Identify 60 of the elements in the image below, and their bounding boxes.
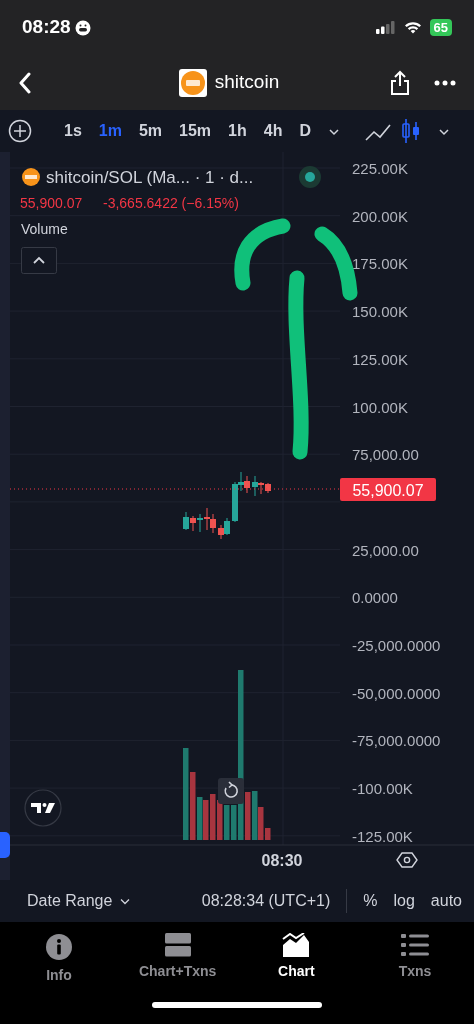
interval-tab[interactable]: 1m	[98, 117, 122, 145]
price-axis-label: 125.00K	[352, 350, 408, 368]
price-axis-label: 100.00K	[352, 398, 408, 416]
interval-tab[interactable]: 1h	[228, 117, 247, 145]
interval-tab[interactable]: 4h	[263, 117, 283, 145]
coin-logo	[178, 68, 207, 97]
scale-option[interactable]: auto	[430, 889, 462, 913]
price-axis-label: 150.00K	[352, 303, 408, 321]
time-axis-label: 08:30	[261, 852, 303, 869]
status-dot	[299, 166, 321, 188]
wifi-icon	[403, 21, 422, 34]
caret-icon	[120, 897, 131, 905]
price-axis-label: 200.00K	[352, 207, 408, 225]
area-chart-icon	[282, 933, 311, 957]
price-axis-label: -50,000.0000	[352, 684, 441, 702]
txns-tab[interactable]: Txns	[355, 932, 474, 987]
price-change: -3,665.6422 (−6.15%)	[103, 195, 239, 211]
price-axis-label: 175.00K	[352, 255, 408, 273]
settings-icon[interactable]	[396, 852, 418, 868]
price-axis-label: 225.00K	[352, 160, 408, 177]
price-axis-label: -100.00K	[352, 780, 413, 798]
split-view-icon	[164, 933, 191, 957]
sidebar-toggle[interactable]	[0, 832, 10, 858]
reset-button[interactable]	[218, 778, 244, 804]
chart-tab[interactable]: Chart	[237, 932, 356, 987]
info-tab[interactable]: Info	[0, 932, 118, 987]
token-title: shitcoin	[214, 70, 280, 95]
scale-option[interactable]: log	[393, 889, 415, 913]
chart-txns-tab[interactable]: Chart+Txns	[118, 932, 237, 987]
interval-tab[interactable]: D	[299, 117, 311, 145]
signal-icon	[375, 21, 396, 34]
tradingview-logo[interactable]	[24, 789, 62, 827]
share-button[interactable]	[390, 69, 410, 96]
more-icon	[434, 80, 456, 87]
price-axis-label: -125.00K	[352, 827, 413, 845]
date-range-dropdown[interactable]: Date Range	[27, 889, 113, 913]
pair-title: shitcoin/SOL (Ma... · 1 · d...	[46, 168, 254, 187]
price-axis-label: 75,000.00	[352, 446, 419, 464]
price-axis-label: -75,000.0000	[352, 732, 441, 750]
candlestick-icon[interactable]	[400, 118, 422, 144]
add-button[interactable]	[8, 118, 32, 144]
clock-time: 08:28	[22, 15, 71, 40]
price-axis-label: 25,000.00	[352, 541, 419, 559]
list-icon	[400, 933, 429, 957]
smiley-icon	[74, 19, 91, 36]
price-axis-label: -25,000.0000	[352, 637, 441, 654]
battery-level: 65	[429, 19, 452, 36]
last-price: 55,900.07	[20, 195, 83, 211]
scale-option[interactable]: %	[363, 889, 378, 913]
back-button[interactable]	[18, 70, 32, 95]
indicator-label: Volume	[21, 221, 68, 237]
info-icon	[45, 933, 73, 961]
interval-tab[interactable]: 15m	[179, 117, 212, 145]
timezone-clock: 08:28:34 (UTC+1)	[201, 891, 331, 911]
price-axis-label: 0.0000	[352, 589, 398, 607]
price-badge: 55,900.07	[340, 478, 436, 501]
interval-tab[interactable]: 5m	[138, 117, 163, 145]
coin-logo	[22, 168, 40, 186]
interval-tab[interactable]: 1s	[64, 117, 82, 145]
collapse-button[interactable]	[21, 247, 57, 274]
